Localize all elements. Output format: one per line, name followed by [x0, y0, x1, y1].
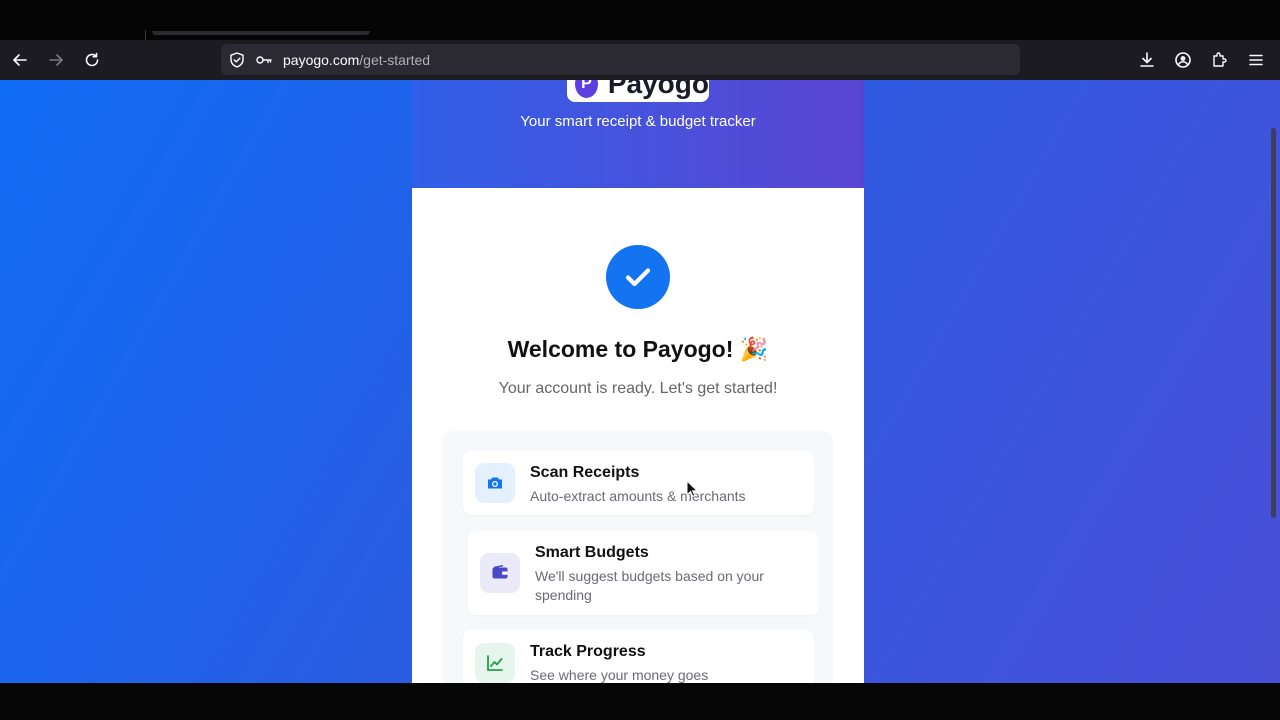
logo-mark: P	[575, 80, 598, 98]
app-menu-button[interactable]	[1244, 48, 1268, 72]
page-viewport: P Payogo Your smart receipt & budget tra…	[0, 80, 1280, 683]
extensions-button[interactable]	[1207, 48, 1231, 72]
address-bar[interactable]: payogo.com/get-started	[221, 44, 1020, 75]
card-header: P Payogo Your smart receipt & budget tra…	[412, 80, 864, 188]
back-button[interactable]	[8, 48, 32, 72]
account-button[interactable]	[1171, 48, 1195, 72]
downloads-button[interactable]	[1135, 48, 1159, 72]
reload-icon	[85, 52, 99, 67]
welcome-title: Welcome to Payogo! 🎉	[507, 336, 769, 362]
welcome-card: Welcome to Payogo! 🎉 Your account is rea…	[412, 188, 864, 683]
forward-button[interactable]	[44, 48, 68, 72]
account-icon	[1175, 52, 1191, 68]
feature-title: Scan Receipts	[530, 464, 640, 481]
brand-logo: P Payogo	[567, 80, 709, 102]
browser-tab[interactable]	[152, 31, 370, 35]
feature-smart-budgets: Smart Budgets We'll suggest budgets base…	[468, 531, 819, 615]
url-host: payogo.com	[283, 52, 360, 68]
back-icon	[13, 54, 27, 66]
feature-track-progress: Track Progress See where your money goes	[463, 630, 814, 683]
reload-button[interactable]	[80, 48, 104, 72]
url-text[interactable]: payogo.com/get-started	[283, 52, 430, 68]
feature-title: Smart Budgets	[535, 544, 649, 561]
camera-icon	[475, 463, 515, 503]
window-bottom-edge	[0, 683, 1280, 720]
chart-icon	[475, 643, 515, 683]
shield-icon[interactable]	[228, 51, 246, 69]
feature-description: Auto-extract amounts & merchants	[530, 488, 746, 504]
checkmark-icon	[606, 245, 670, 309]
key-icon[interactable]	[255, 51, 273, 69]
forward-icon	[49, 54, 63, 66]
tab-divider	[145, 30, 146, 40]
mouse-cursor-icon	[686, 480, 698, 498]
page-scrollbar[interactable]	[1271, 128, 1276, 518]
feature-title: Track Progress	[530, 643, 646, 660]
logo-text: Payogo	[607, 80, 709, 99]
feature-description: See where your money goes	[530, 667, 709, 683]
feature-scan-receipts: Scan Receipts Auto-extract amounts & mer…	[463, 451, 814, 515]
extensions-icon	[1213, 52, 1227, 67]
url-path: /get-started	[359, 52, 431, 68]
download-icon	[1140, 52, 1154, 67]
window-titlebar	[0, 0, 1280, 40]
tagline: Your smart receipt & budget tracker	[520, 113, 756, 130]
wallet-icon	[480, 553, 520, 593]
feature-description: We'll suggest budgets based on your spen…	[535, 568, 764, 603]
menu-icon	[1249, 54, 1263, 66]
welcome-subtitle: Your account is ready. Let's get started…	[498, 380, 778, 397]
feature-list: Scan Receipts Auto-extract amounts & mer…	[443, 431, 833, 683]
